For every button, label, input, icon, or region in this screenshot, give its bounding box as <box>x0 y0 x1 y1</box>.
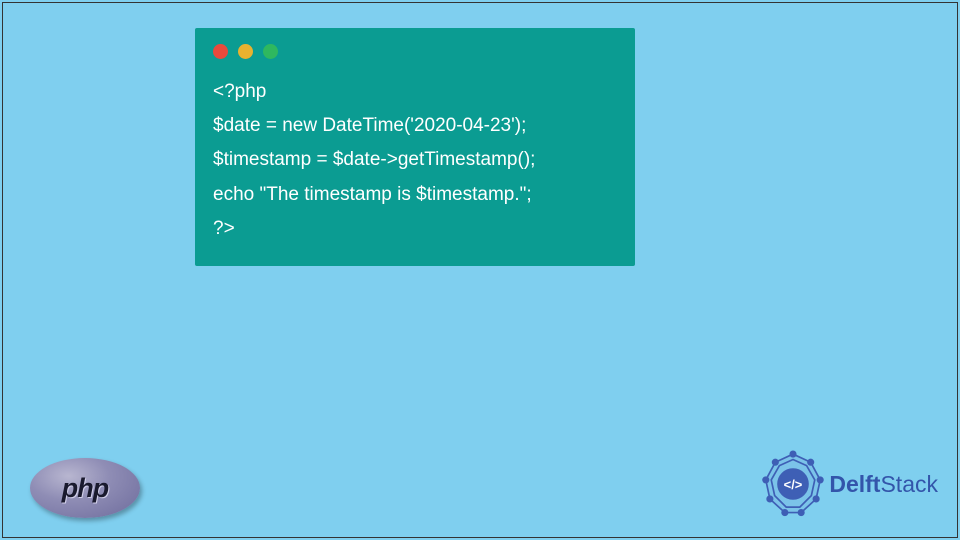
code-window: <?php $date = new DateTime('2020-04-23')… <box>195 28 635 266</box>
code-line-3: $timestamp = $date->getTimestamp(); <box>213 149 535 170</box>
delft-gear-icon: </> <box>759 450 827 518</box>
delft-brand-bold: Delft <box>829 471 880 497</box>
code-line-5: ?> <box>213 218 235 239</box>
php-ellipse-icon: php <box>30 458 140 518</box>
code-line-1: <?php <box>213 81 266 102</box>
code-content: <?php $date = new DateTime('2020-04-23')… <box>195 59 635 266</box>
delft-brand-text: DelftStack <box>829 471 938 498</box>
code-line-4: echo "The timestamp is $timestamp."; <box>213 184 532 205</box>
delftstack-logo: </> DelftStack <box>759 450 938 518</box>
delft-brand-rest: Stack <box>880 471 938 497</box>
svg-text:</>: </> <box>784 477 803 492</box>
minimize-dot-icon <box>238 44 253 59</box>
window-controls <box>195 28 635 59</box>
maximize-dot-icon <box>263 44 278 59</box>
code-line-2: $date = new DateTime('2020-04-23'); <box>213 115 526 136</box>
close-dot-icon <box>213 44 228 59</box>
php-logo: php <box>30 458 140 518</box>
php-logo-text: php <box>62 473 108 504</box>
